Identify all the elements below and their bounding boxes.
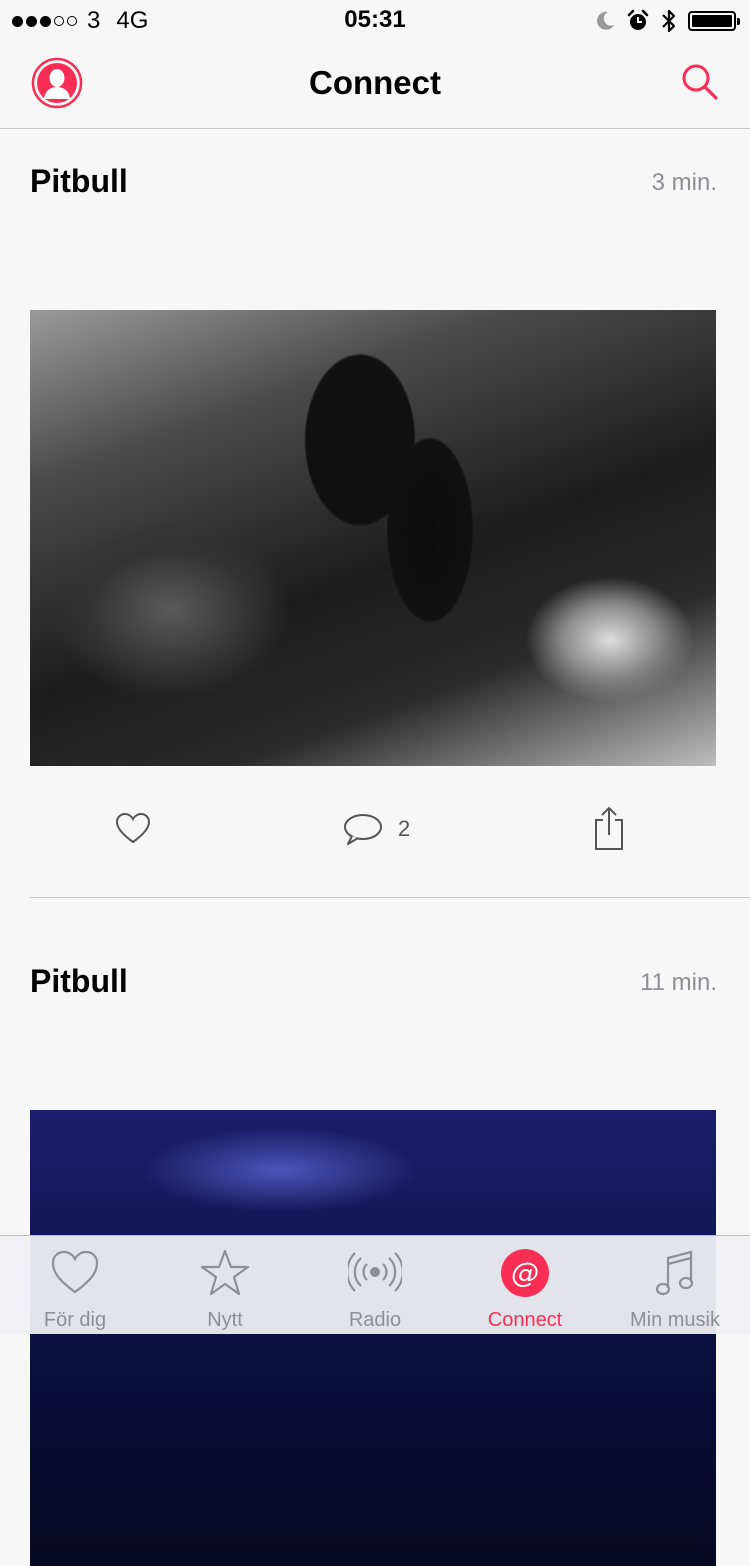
tab-for-dig[interactable]: För dig: [0, 1236, 150, 1334]
search-button[interactable]: [680, 62, 720, 102]
post-timestamp: 3 min.: [651, 169, 717, 196]
post-photo[interactable]: [30, 310, 716, 766]
tab-min-musik[interactable]: Min musik: [600, 1236, 750, 1334]
page-title: Connect: [309, 64, 441, 101]
like-button[interactable]: [113, 809, 153, 849]
post-actions: 2: [0, 805, 750, 853]
music-note-icon: [655, 1250, 694, 1296]
tab-label: Nytt: [207, 1309, 243, 1331]
comment-icon: [344, 814, 382, 845]
heart-icon: [51, 1250, 99, 1294]
tab-bar: För dig Nytt Radio @ Connect Min musik: [0, 1235, 750, 1334]
at-sign-icon: @: [501, 1249, 549, 1297]
post-author[interactable]: Pitbull: [30, 963, 128, 1000]
star-icon: [200, 1249, 250, 1296]
heart-icon: [115, 812, 151, 844]
post-timestamp: 11 min.: [640, 969, 717, 996]
share-button[interactable]: [590, 805, 628, 851]
post-photo[interactable]: [30, 1110, 716, 1566]
search-icon: [682, 64, 718, 100]
status-bar: 3 4G 05:31: [0, 0, 750, 40]
moon-icon: [597, 11, 614, 30]
comment-button[interactable]: 2: [342, 809, 410, 849]
svg-text:@: @: [511, 1256, 539, 1289]
tab-radio[interactable]: Radio: [300, 1236, 450, 1334]
tab-label: Min musik: [629, 1309, 720, 1331]
tab-nytt[interactable]: Nytt: [150, 1236, 300, 1334]
tab-connect[interactable]: @ Connect: [450, 1236, 600, 1334]
share-icon: [595, 807, 623, 850]
radio-icon: [348, 1252, 402, 1292]
battery-icon: [688, 11, 740, 31]
post-author[interactable]: Pitbull: [30, 163, 128, 200]
status-right: [594, 6, 740, 36]
alarm-icon: [627, 9, 649, 30]
post-divider: [30, 897, 750, 898]
bluetooth-icon: [662, 9, 676, 33]
comment-count: 2: [398, 816, 411, 841]
tab-label: Connect: [487, 1309, 563, 1331]
tab-label: Radio: [348, 1309, 402, 1331]
navigation-bar: Connect: [0, 40, 750, 129]
tab-label: För dig: [43, 1309, 107, 1331]
